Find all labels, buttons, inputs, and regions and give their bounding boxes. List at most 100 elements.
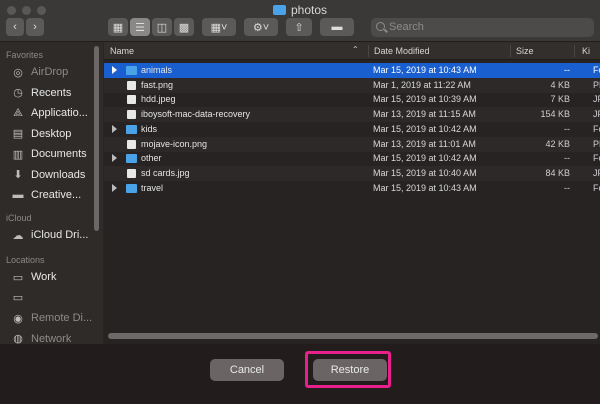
file-name: sd cards.jpg	[141, 167, 190, 178]
gallery-icon: ▩	[178, 21, 190, 34]
sidebar-scrollbar[interactable]	[94, 46, 99, 231]
disclosure-triangle-icon[interactable]	[112, 66, 117, 74]
icon-view-button[interactable]: ▦	[108, 18, 128, 36]
folder-icon	[126, 66, 137, 75]
file-date: Mar 15, 2019 at 10:39 AM	[373, 94, 477, 105]
file-kind: JP	[593, 167, 600, 178]
gear-icon: ⚙˅	[252, 21, 270, 34]
applications-icon: ⟁	[13, 106, 23, 119]
file-kind: Fo	[593, 123, 600, 134]
airdrop-icon: ◎	[13, 66, 23, 79]
sidebar-item[interactable]: ◎ AirDrop	[0, 62, 100, 82]
file-name: travel	[141, 182, 164, 193]
file-name: kids	[141, 123, 158, 134]
sidebar-item[interactable]: ⬇ Downloads	[0, 165, 100, 185]
sidebar-header-locations: Locations	[6, 255, 45, 265]
file-name: mojave-icon.png	[141, 138, 208, 149]
sidebar-item[interactable]: ▥ Documents	[0, 144, 100, 164]
sidebar-item[interactable]: ☁ iCloud Dri...	[0, 225, 100, 245]
document-icon: ▥	[12, 148, 24, 161]
folder-icon	[126, 183, 137, 193]
cloud-icon: ☁	[12, 229, 24, 242]
sidebar-item[interactable]: ▭	[0, 288, 100, 308]
disclosure-triangle-icon[interactable]	[112, 154, 117, 163]
file-row[interactable]: other Mar 15, 2019 at 10:42 AM -- Fo	[104, 151, 600, 166]
back-button[interactable]: ‹	[6, 18, 24, 36]
sidebar-item[interactable]: ◍ Network	[0, 329, 100, 345]
sidebar-item[interactable]: ▤ Desktop	[0, 124, 100, 144]
sidebar-item-label: iCloud Dri...	[31, 229, 89, 241]
file-size: 154 KB	[540, 109, 570, 120]
folder-icon: ▬	[12, 189, 24, 201]
column-header-row: Name ⌃ Date Modified Size Ki	[104, 42, 600, 60]
sidebar-item-label: Applicatio...	[31, 107, 88, 119]
file-row[interactable]: mojave-icon.png Mar 13, 2019 at 11:01 AM 4…	[104, 136, 600, 152]
sidebar-item-label: Documents	[31, 148, 87, 160]
file-date: Mar 15, 2019 at 10:42 AM	[373, 153, 477, 164]
file-name: hdd.jpeg	[141, 94, 176, 105]
file-size: --	[564, 153, 570, 164]
dialog-footer: Cancel Restore	[0, 344, 600, 404]
file-row[interactable]: travel Mar 15, 2019 at 10:43 AM -- Fo	[104, 181, 600, 196]
search-placeholder: Search	[389, 21, 424, 33]
group-by-button[interactable]: ▦˅	[202, 18, 236, 36]
column-date-header[interactable]: Date Modified	[374, 46, 430, 56]
disclosure-triangle-icon[interactable]	[112, 124, 117, 133]
share-button[interactable]: ⇧	[286, 18, 312, 36]
file-name: other	[141, 153, 162, 164]
scrollbar-thumb[interactable]	[108, 333, 598, 339]
sidebar-item[interactable]: ◷ Recents	[0, 83, 100, 103]
sidebar-item-label: Remote Di...	[31, 312, 93, 324]
file-icon	[127, 95, 136, 105]
column-size-header[interactable]: Size	[516, 46, 534, 56]
window-toolbar: photos ‹ › ▦ ☰ ◫ ▩ ▦˅ ⚙˅ ⇧ ▬ Search	[0, 0, 600, 42]
sidebar-item[interactable]: ⟁ Applicatio...	[0, 103, 100, 123]
file-icon	[127, 80, 136, 90]
tags-button[interactable]: ▬	[320, 18, 354, 36]
sort-ascending-icon: ⌃	[352, 45, 359, 54]
file-list: Name ⌃ Date Modified Size Ki animals Mar …	[104, 42, 600, 344]
forward-button[interactable]: ›	[26, 18, 44, 36]
sidebar-item-label: Downloads	[31, 168, 86, 181]
file-name: animals	[141, 65, 173, 75]
file-row[interactable]: iboysoft-mac-data-recovery Mar 13, 2019 a…	[104, 107, 600, 123]
file-kind: PN	[593, 79, 600, 90]
disk-icon: ▭	[12, 292, 24, 304]
desktop-icon: ▤	[12, 128, 24, 140]
sidebar-item[interactable]: ▭ Work	[0, 267, 100, 287]
file-row[interactable]: fast.png Mar 1, 2019 at 11:22 AM 4 KB PN	[104, 77, 600, 93]
file-row[interactable]: sd cards.jpg Mar 15, 2019 at 10:40 AM 84 K…	[104, 165, 600, 181]
file-size: 4 KB	[550, 79, 570, 90]
file-size: 84 KB	[545, 167, 570, 178]
sidebar-item[interactable]: ▬ Creative...	[0, 185, 100, 205]
file-icon	[127, 139, 136, 149]
file-row[interactable]: kids Mar 15, 2019 at 10:42 AM -- Fo	[104, 122, 600, 137]
file-kind: Fo	[593, 65, 600, 75]
file-name: iboysoft-mac-data-recovery	[141, 109, 251, 120]
search-field[interactable]: Search	[371, 18, 594, 37]
gallery-view-button[interactable]: ▩	[174, 18, 194, 36]
file-icon	[127, 110, 136, 120]
action-menu-button[interactable]: ⚙˅	[244, 18, 278, 36]
file-row[interactable]: animals Mar 15, 2019 at 10:43 AM -- Fo	[104, 63, 600, 78]
restore-highlight-box	[305, 351, 391, 388]
cancel-button[interactable]: Cancel	[210, 359, 284, 381]
file-date: Mar 15, 2019 at 10:43 AM	[373, 65, 477, 75]
column-view-button[interactable]: ◫	[152, 18, 172, 36]
list-icon: ☰	[135, 21, 145, 34]
sidebar-item[interactable]: ◉ Remote Di...	[0, 308, 100, 328]
file-row[interactable]: hdd.jpeg Mar 15, 2019 at 10:39 AM 7 KB JP	[104, 92, 600, 107]
window-title-text: photos	[290, 3, 328, 17]
column-kind-header[interactable]: Ki	[582, 46, 590, 56]
folder-icon	[126, 154, 137, 164]
remote-disc-icon: ◉	[13, 312, 23, 325]
horizontal-scrollbar[interactable]	[104, 332, 600, 340]
disclosure-triangle-icon[interactable]	[112, 183, 117, 192]
chevron-right-icon: ›	[33, 21, 37, 33]
file-size: --	[564, 182, 570, 193]
file-size: --	[564, 123, 570, 134]
list-view-button[interactable]: ☰	[130, 18, 150, 36]
disk-icon: ▭	[12, 271, 24, 284]
file-date: Mar 13, 2019 at 11:15 AM	[373, 109, 476, 120]
column-name-header[interactable]: Name	[110, 46, 134, 56]
